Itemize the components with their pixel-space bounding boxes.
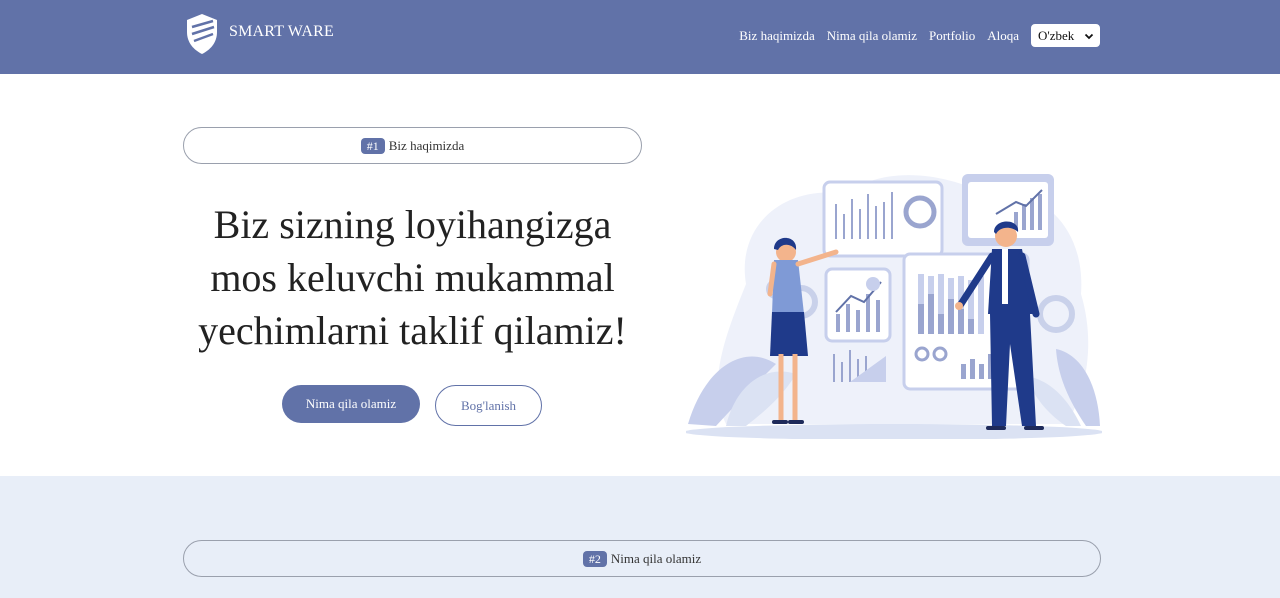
brand-name: SMART WARE bbox=[229, 23, 334, 40]
services-button[interactable]: Nima qila olamiz bbox=[282, 385, 420, 423]
section-label-services: #2 Nima qila olamiz bbox=[183, 540, 1101, 577]
hero-title-line-3: yechimlarni taklif qilamiz! bbox=[198, 308, 627, 353]
chevron-down-icon bbox=[1084, 33, 1094, 39]
section-number-badge: #1 bbox=[360, 137, 385, 154]
section-label-text: Biz haqimizda bbox=[388, 137, 465, 153]
nav-link-portfolio[interactable]: Portfolio bbox=[929, 26, 975, 46]
navbar-inner: SMART WARE Biz haqimizda Nima qila olami… bbox=[183, 0, 1100, 74]
contact-button[interactable]: Bog'lanish bbox=[435, 385, 542, 426]
section-number-badge: #2 bbox=[582, 550, 607, 567]
language-select[interactable]: O'zbek bbox=[1031, 24, 1100, 47]
main-nav: Biz haqimizda Nima qila olamiz Portfolio… bbox=[739, 24, 1100, 47]
nav-link-about[interactable]: Biz haqimizda bbox=[739, 26, 814, 46]
hero-section: #1 Biz haqimizda Biz sizning loyihangizg… bbox=[0, 74, 1280, 476]
language-select-value: O'zbek bbox=[1038, 27, 1075, 43]
services-section: #2 Nima qila olamiz bbox=[0, 476, 1280, 598]
hero-title-line-2: mos keluvchi mukammal bbox=[210, 255, 615, 300]
shield-logo-icon bbox=[187, 14, 217, 54]
brand-logo[interactable]: SMART WARE bbox=[183, 12, 334, 56]
nav-link-services[interactable]: Nima qila olamiz bbox=[827, 26, 917, 46]
analytics-illustration bbox=[686, 174, 1102, 439]
nav-link-contact[interactable]: Aloqa bbox=[987, 26, 1019, 46]
hero-title-line-1: Biz sizning loyihangizga bbox=[213, 202, 612, 247]
section-label-text: Nima qila olamiz bbox=[610, 550, 702, 566]
top-navbar: SMART WARE Biz haqimizda Nima qila olami… bbox=[0, 0, 1280, 74]
section-label-about: #1 Biz haqimizda bbox=[183, 127, 642, 164]
hero-title: Biz sizning loyihangizga mos keluvchi mu… bbox=[183, 198, 642, 357]
